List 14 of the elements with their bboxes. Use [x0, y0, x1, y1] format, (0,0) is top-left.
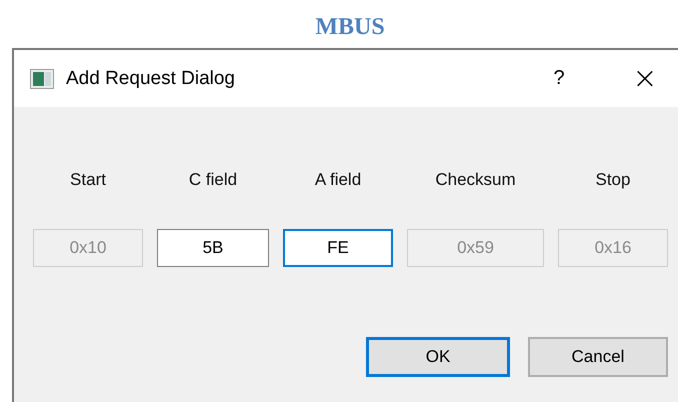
ok-button[interactable]: OK — [366, 337, 510, 377]
cancel-button[interactable]: Cancel — [528, 337, 668, 377]
page-heading: MBUS — [315, 12, 385, 40]
field-label: Checksum — [435, 170, 516, 191]
hex-field[interactable]: FE — [283, 229, 393, 267]
help-button[interactable]: ? — [548, 67, 570, 90]
window-title: Add Request Dialog — [66, 68, 236, 90]
window-icon — [30, 68, 54, 88]
field-label: Stop — [596, 170, 630, 191]
field-label: Start — [70, 170, 106, 191]
close-button[interactable]: × — [630, 64, 660, 94]
field-label: A field — [314, 170, 362, 191]
hex-field[interactable]: 5B — [157, 229, 269, 267]
field-label: C field — [188, 170, 238, 191]
